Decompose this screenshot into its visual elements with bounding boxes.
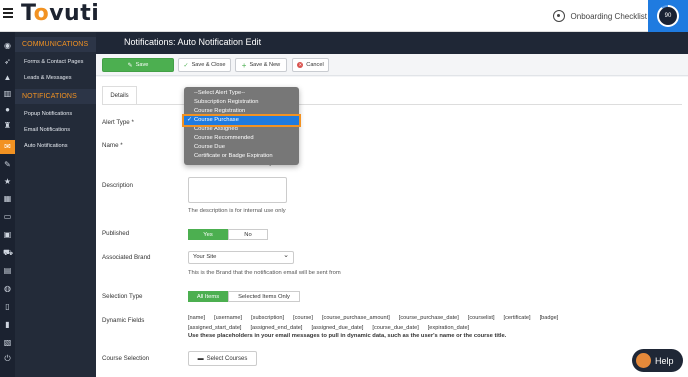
users-icon[interactable]: ●	[3, 105, 12, 114]
placeholder-token: [username]	[214, 315, 243, 321]
settings-icon	[552, 10, 565, 22]
placeholder-token: [course_purchase_amount]	[321, 315, 390, 321]
save-close-button[interactable]: ✓ Save & Close	[178, 58, 231, 72]
brand-select[interactable]: Your Site	[188, 250, 294, 264]
placeholder-row: [name] [username] [subscription] [course] [c…	[188, 314, 628, 324]
dropdown-option[interactable]: Course Registration	[184, 107, 299, 116]
brand-help: This is the Brand that the notification …	[188, 270, 341, 276]
dashboard-icon[interactable]: ◉	[3, 41, 12, 50]
onboarding-label: Onboarding Checklist	[570, 11, 647, 21]
progress-indicator[interactable]: 90	[648, 0, 688, 32]
published-no[interactable]: No	[228, 229, 268, 240]
placeholder-token: [courselist]	[467, 315, 495, 321]
card-icon[interactable]: ▭	[3, 212, 12, 221]
image-icon[interactable]: ▧	[3, 338, 12, 347]
page-header: Notifications: Auto Notification Edit	[96, 32, 688, 54]
avatar	[636, 353, 651, 368]
sidebar-item-auto[interactable]: Auto Notifications	[24, 143, 68, 149]
calendar-icon[interactable]: ▤	[3, 266, 12, 275]
course-selection-label: Course Selection	[102, 355, 150, 362]
placeholder-token: [course]	[293, 315, 313, 321]
description-field[interactable]	[188, 177, 287, 203]
placeholder-token: [subscription]	[251, 315, 285, 321]
tab-details[interactable]: Details	[102, 86, 137, 105]
dropdown-option[interactable]: Course Assigned	[184, 125, 299, 134]
dynamic-fields-label: Dynamic Fields	[102, 317, 145, 324]
menu-icon[interactable]	[3, 8, 13, 18]
placeholder-token: [assigned_end_date]	[250, 324, 303, 331]
sidebar-section-notifications: NOTIFICATIONS	[15, 89, 96, 104]
placeholder-token: [expiration_date]	[427, 324, 470, 331]
sidebar-section-communications: COMMUNICATIONS	[15, 37, 96, 52]
selection-type-toggle: All Items Selected Items Only	[188, 291, 300, 302]
alert-type-dropdown[interactable]: --Select Alert Type-- Subscription Regis…	[182, 87, 301, 165]
placeholder-token: [course_due_date]	[372, 324, 419, 331]
toolbar: ✎ Save ✓ Save & Close + Save & New ✕ Can…	[96, 54, 688, 76]
name-label: Name *	[102, 142, 123, 149]
onboarding-checklist[interactable]: Onboarding Checklist	[552, 0, 647, 32]
megaphone-icon[interactable]: ✉	[0, 140, 15, 154]
graduation-cap-icon[interactable]: ▲	[3, 73, 12, 82]
placeholder-token: [name]	[188, 315, 206, 321]
sidebar-item-popup[interactable]: Popup Notifications	[24, 111, 72, 117]
save-new-button[interactable]: + Save & New	[235, 58, 287, 72]
id-icon[interactable]: ▣	[3, 230, 12, 239]
published-toggle: Yes No	[188, 229, 268, 240]
cart-icon[interactable]: ⛟	[3, 248, 13, 257]
trophy-icon[interactable]: ♜	[3, 121, 12, 130]
placeholder-token: [assigned_due_date]	[311, 324, 364, 331]
progress-value: 90	[659, 7, 677, 25]
star-icon[interactable]: ★	[3, 177, 12, 186]
chat-icon[interactable]: ◍	[3, 284, 12, 293]
dropdown-option[interactable]: --Select Alert Type--	[184, 89, 299, 98]
dropdown-option[interactable]: Subscription Registration	[184, 98, 299, 107]
rocket-icon[interactable]: ➶	[3, 57, 12, 66]
chart-icon[interactable]: ▥	[3, 89, 12, 98]
dropdown-option[interactable]: Certificate or Badge Expiration	[184, 152, 299, 161]
selection-selected-only[interactable]: Selected Items Only	[228, 291, 300, 302]
wrench-icon[interactable]: ✎	[3, 160, 12, 169]
placeholders-note: Use these placeholders in your email mes…	[188, 333, 507, 339]
logo[interactable]: Tovuti	[21, 1, 99, 26]
sidebar-item-forms[interactable]: Forms & Contact Pages	[24, 59, 83, 65]
document-icon[interactable]: ▯	[3, 302, 12, 311]
published-yes[interactable]: Yes	[188, 229, 228, 240]
select-courses-button[interactable]: ▬ Select Courses	[188, 351, 257, 366]
save-icon: ✎	[127, 62, 133, 69]
dropdown-option[interactable]: Course Recommended	[184, 134, 299, 143]
alert-type-label: Alert Type *	[102, 119, 134, 126]
save-button[interactable]: ✎ Save	[102, 58, 174, 72]
courses-icon: ▬	[197, 355, 204, 362]
help-button[interactable]: Help	[632, 349, 683, 372]
placeholder-token: [certificate]	[503, 315, 531, 321]
cancel-icon: ✕	[297, 62, 304, 68]
top-bar: Tovuti Onboarding Checklist 90	[0, 0, 688, 32]
power-icon[interactable]: ⏻	[3, 354, 12, 363]
check-icon: ✓	[183, 62, 189, 69]
published-label: Published	[102, 230, 130, 237]
dropdown-option[interactable]: Course Due	[184, 143, 299, 152]
sidebar-item-email[interactable]: Email Notifications	[24, 127, 70, 133]
placeholder-token: [course_purchase_date]	[398, 315, 459, 321]
cancel-button[interactable]: ✕ Cancel	[292, 58, 329, 72]
description-help: The description is for internal use only	[188, 208, 286, 214]
dropdown-option-selected[interactable]: Course Purchase	[182, 114, 301, 127]
placeholder-row: [assigned_start_date] [assigned_end_date]…	[188, 324, 628, 334]
dynamic-fields: [name] [username] [subscription] [course] [c…	[188, 314, 628, 333]
selection-all[interactable]: All Items	[188, 291, 228, 302]
brand-label: Associated Brand	[102, 254, 151, 261]
sidebar: COMMUNICATIONS Forms & Contact Pages Lea…	[15, 32, 96, 377]
table-icon[interactable]: ▦	[3, 194, 12, 203]
selection-type-label: Selection Type	[102, 293, 143, 300]
icon-rail: ◉ ➶ ▲ ▥ ● ♜ ✉ ✎ ★ ▦ ▭ ▣ ⛟ ▤ ◍ ▯ ▮ ▧ ⏻	[0, 32, 15, 377]
page-title: Notifications: Auto Notification Edit	[124, 37, 262, 47]
description-label: Description	[102, 182, 133, 189]
placeholder-token: [badge]	[539, 315, 559, 321]
book-icon[interactable]: ▮	[3, 320, 12, 329]
sidebar-item-leads[interactable]: Leads & Messages	[24, 75, 72, 81]
placeholder-token: [assigned_start_date]	[188, 324, 242, 331]
plus-icon: +	[241, 60, 247, 70]
